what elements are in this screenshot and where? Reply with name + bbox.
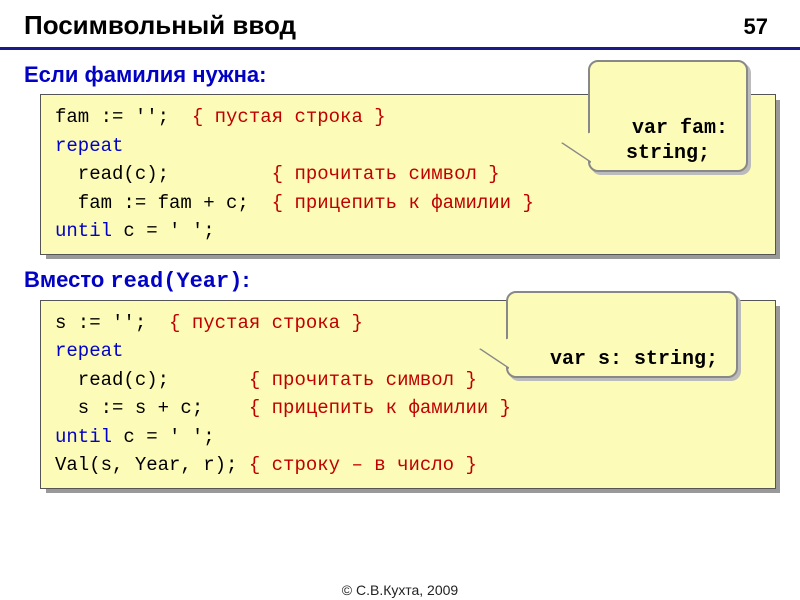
callout-2: var s: string; [506,291,738,378]
callout-tail-icon [480,338,510,368]
header: Посимвольный ввод 57 [0,0,800,50]
section2-label-b: read(Year) [110,269,242,294]
callout-2-text: var s: string; [550,348,718,371]
callout-1-text: var fam: string; [626,117,728,165]
section2-label-c: : [242,267,249,292]
section2-label-a: Вместо [24,267,110,292]
footer: © С.В.Кухта, 2009 [0,582,800,598]
page-title: Посимвольный ввод [24,10,744,41]
callout-1: var fam: string; [588,60,748,172]
page-number: 57 [744,14,776,40]
callout-tail-icon [562,132,592,162]
